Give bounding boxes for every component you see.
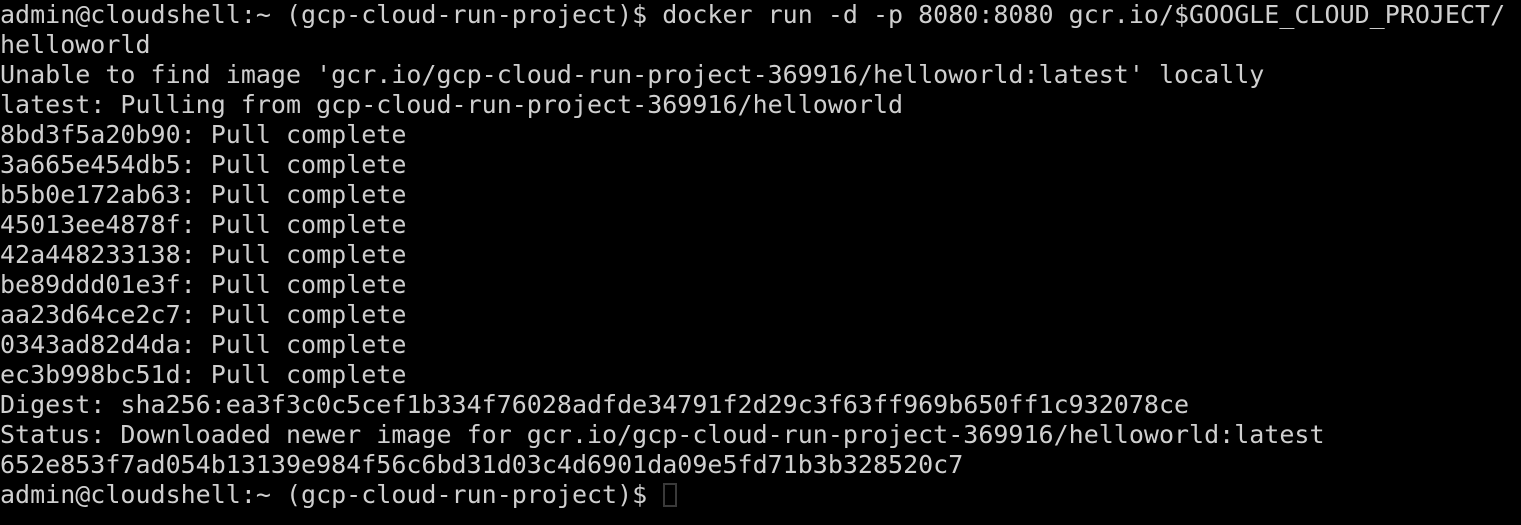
terminal-line-digest: Digest: sha256:ea3f3c0c5cef1b334f76028ad… <box>0 390 1190 419</box>
terminal-line-layer-2: 3a665e454db5: Pull complete <box>0 150 407 179</box>
terminal-line-layer-4: 45013ee4878f: Pull complete <box>0 210 407 239</box>
shell-prompt: admin@cloudshell:~ (gcp-cloud-run-projec… <box>0 480 663 509</box>
terminal-line-layer-9: ec3b998bc51d: Pull complete <box>0 360 407 389</box>
terminal-line-pulling-from: latest: Pulling from gcp-cloud-run-proje… <box>0 90 904 119</box>
terminal-line-status: Status: Downloaded newer image for gcr.i… <box>0 420 1325 449</box>
terminal-line-layer-1: 8bd3f5a20b90: Pull complete <box>0 120 407 149</box>
text-cursor <box>663 483 678 507</box>
terminal-line-layer-6: be89ddd01e3f: Pull complete <box>0 270 407 299</box>
terminal-line-layer-5: 42a448233138: Pull complete <box>0 240 407 269</box>
terminal-line-unable-to-find-image: Unable to find image 'gcr.io/gcp-cloud-r… <box>0 60 1265 89</box>
terminal-line-layer-8: 0343ad82d4da: Pull complete <box>0 330 407 359</box>
terminal-line-layer-3: b5b0e172ab63: Pull complete <box>0 180 407 209</box>
terminal-line-command-prompt: admin@cloudshell:~ (gcp-cloud-run-projec… <box>0 0 1506 29</box>
terminal-line-command-wrap: helloworld <box>0 30 151 59</box>
terminal-output-pane[interactable]: admin@cloudshell:~ (gcp-cloud-run-projec… <box>0 0 1521 525</box>
terminal-line-container-id: 652e853f7ad054b13139e984f56c6bd31d03c4d6… <box>0 450 964 479</box>
terminal-input-line[interactable]: admin@cloudshell:~ (gcp-cloud-run-projec… <box>0 480 1521 510</box>
terminal-line-layer-7: aa23d64ce2c7: Pull complete <box>0 300 407 329</box>
